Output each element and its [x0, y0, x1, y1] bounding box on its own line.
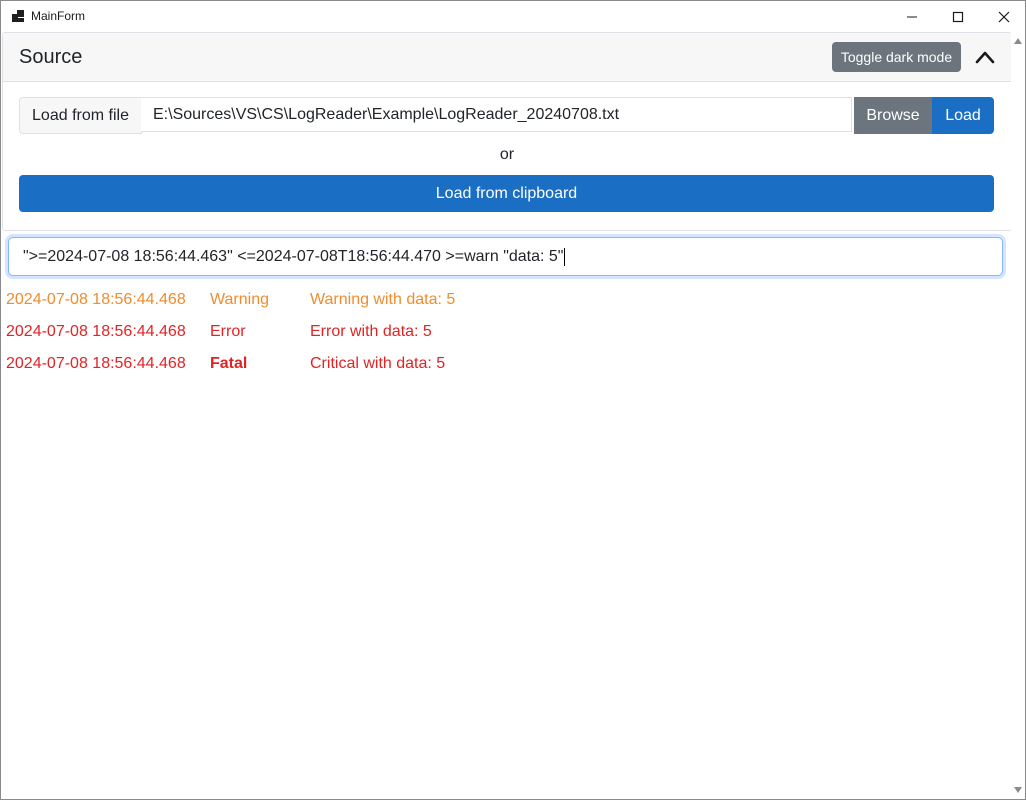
- log-time: 2024-07-08 18:56:44.468: [6, 355, 186, 372]
- log-row[interactable]: 2024-07-08 18:56:44.468 Error Error with…: [6, 321, 1006, 353]
- log-level: Fatal: [210, 355, 248, 372]
- log-row[interactable]: 2024-07-08 18:56:44.468 Warning Warning …: [6, 289, 1006, 321]
- scroll-down-icon[interactable]: [1013, 785, 1023, 795]
- log-message: Error with data: 5: [310, 323, 432, 340]
- log-level: Warning: [210, 291, 269, 308]
- load-from-clipboard-button[interactable]: Load from clipboard: [19, 175, 994, 212]
- close-icon: [998, 11, 1010, 22]
- log-message: Warning with data: 5: [310, 291, 456, 308]
- source-panel: Source Toggle dark mode Load from file E…: [2, 32, 1012, 231]
- minimize-button[interactable]: [889, 1, 935, 32]
- log-row[interactable]: 2024-07-08 18:56:44.468 Fatal Critical w…: [6, 353, 1006, 385]
- filter-input[interactable]: ">=2024-07-08 18:56:44.463" <=2024-07-08…: [8, 237, 1003, 276]
- or-separator: or: [499, 146, 515, 163]
- source-title: Source: [19, 46, 83, 68]
- title-bar: MainForm: [1, 1, 1025, 32]
- log-list: 2024-07-08 18:56:44.468 Warning Warning …: [6, 289, 1006, 385]
- text-caret: [564, 247, 566, 266]
- vertical-scrollbar[interactable]: [1011, 32, 1025, 799]
- browse-button[interactable]: Browse: [854, 97, 932, 134]
- minimize-icon: [907, 16, 917, 17]
- collapse-button[interactable]: [969, 41, 1001, 73]
- source-header: Source Toggle dark mode: [3, 33, 1011, 82]
- chevron-up-icon: [975, 51, 995, 64]
- maximize-button[interactable]: [935, 1, 981, 32]
- window-title: MainForm: [31, 9, 86, 23]
- load-button[interactable]: Load: [932, 97, 994, 134]
- load-file-group: Load from file E:\Sources\VS\CS\LogReade…: [19, 97, 994, 134]
- log-time: 2024-07-08 18:56:44.468: [6, 323, 186, 340]
- load-from-file-label: Load from file: [19, 97, 142, 134]
- filter-text: ">=2024-07-08 18:56:44.463" <=2024-07-08…: [23, 247, 564, 265]
- maximize-icon: [952, 11, 964, 22]
- toggle-dark-mode-button[interactable]: Toggle dark mode: [832, 42, 961, 72]
- log-time: 2024-07-08 18:56:44.468: [6, 291, 186, 308]
- log-level: Error: [210, 323, 246, 340]
- log-message: Critical with data: 5: [310, 355, 446, 372]
- app-icon: [12, 10, 24, 22]
- close-button[interactable]: [981, 1, 1025, 32]
- scroll-up-icon[interactable]: [1013, 36, 1023, 46]
- file-path-input[interactable]: E:\Sources\VS\CS\LogReader\Example\LogRe…: [141, 97, 852, 132]
- main-window: MainForm Source Toggle dark mode Load fr…: [0, 0, 1026, 800]
